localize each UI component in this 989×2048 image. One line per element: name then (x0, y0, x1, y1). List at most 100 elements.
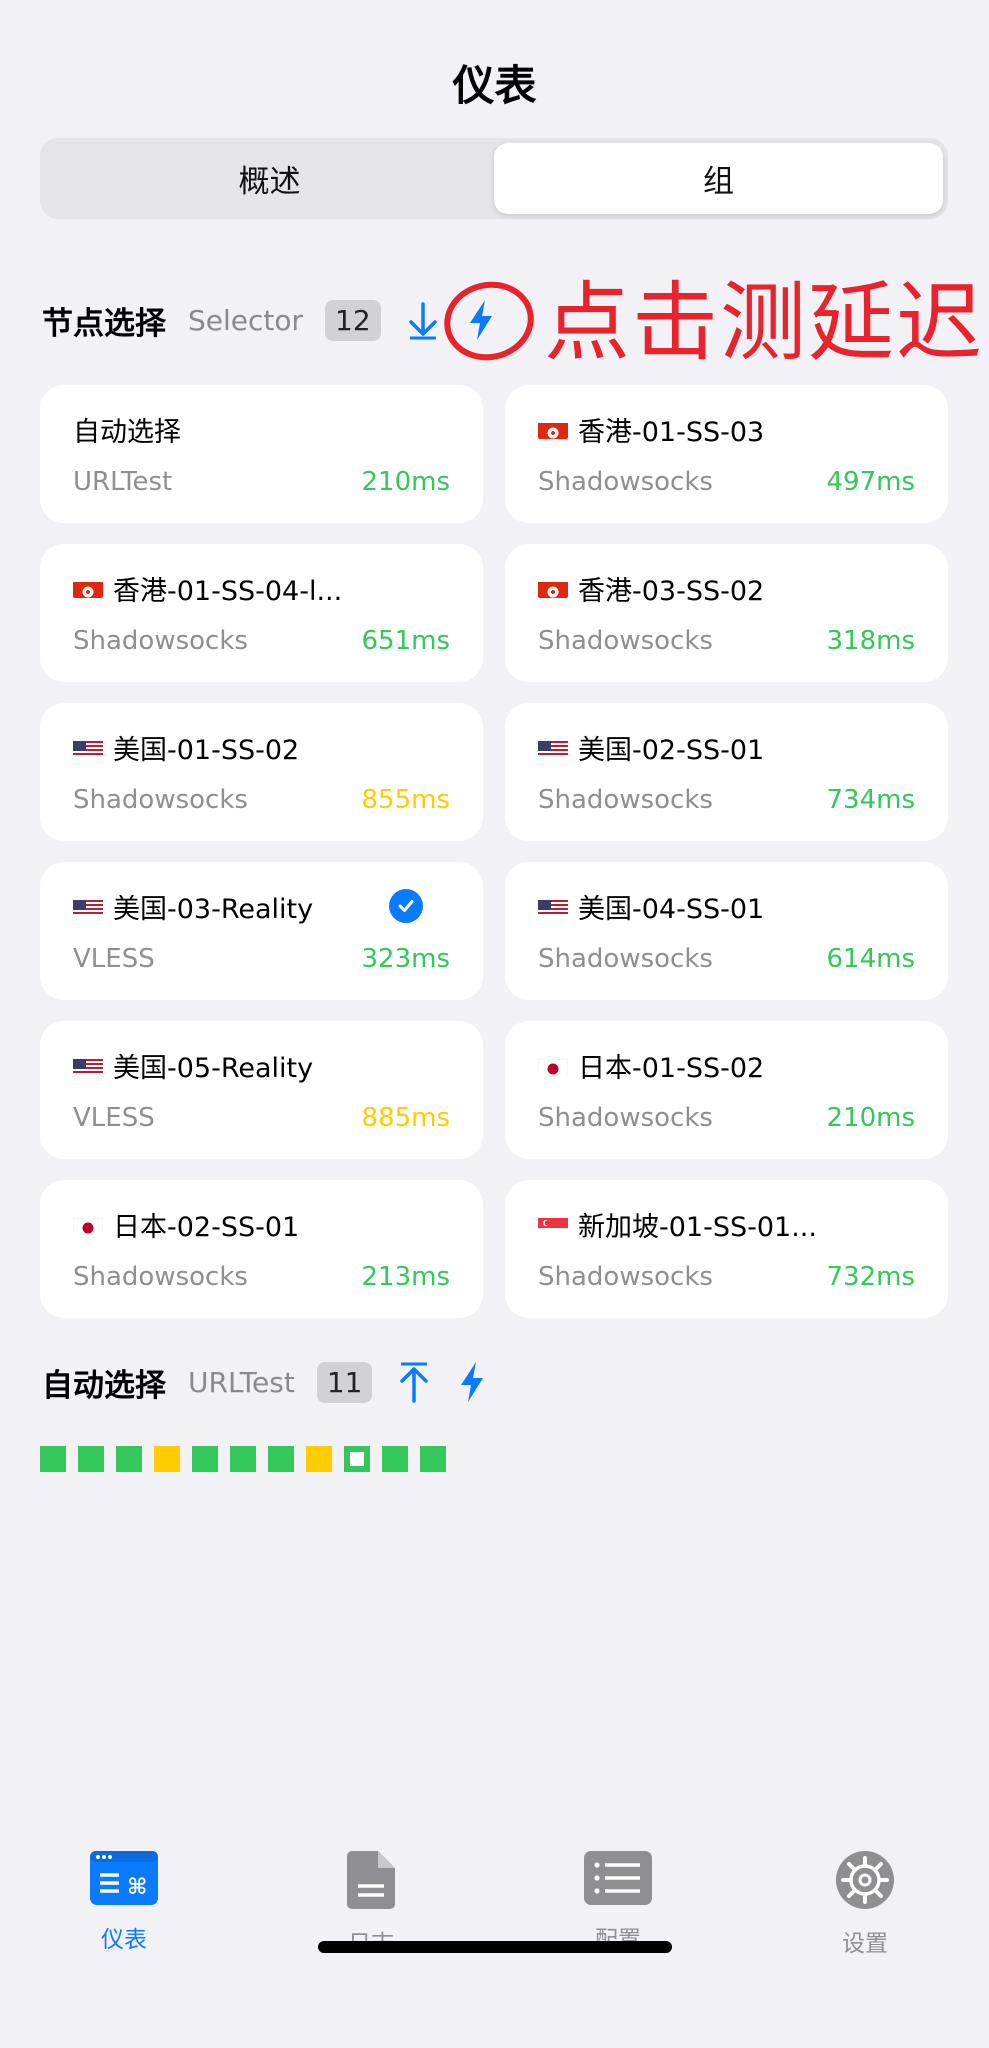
node-meta: URLTest 210ms (73, 467, 450, 497)
annotation-text: 点击测延迟 (544, 273, 984, 373)
node-meta: Shadowsocks 732ms (538, 1262, 915, 1292)
node-name-text: 日本-01-SS-02 (578, 1052, 765, 1084)
node-name: 美国-04-SS-01 (538, 888, 915, 924)
node-card[interactable]: 香港-01-SS-03 Shadowsocks 497ms (505, 385, 948, 523)
list-icon (583, 1850, 653, 1910)
node-status-bar[interactable] (40, 1446, 446, 1472)
node-latency: 651ms (361, 626, 451, 656)
node-name-text: 香港-01-SS-04-l... (113, 575, 343, 607)
node-card[interactable]: 美国-03-Reality VLESS 323ms (40, 862, 483, 1000)
node-status-square (382, 1446, 408, 1472)
node-card[interactable]: 美国-01-SS-02 Shadowsocks 855ms (40, 703, 483, 841)
flag-us-icon (73, 896, 103, 916)
node-name-text: 新加坡-01-SS-01... (578, 1211, 817, 1243)
tab-label: 设置 (842, 1931, 888, 1957)
node-name-text: 自动选择 (73, 416, 181, 448)
node-protocol: Shadowsocks (538, 785, 713, 815)
segmented-control: 概述 组 (40, 138, 948, 219)
node-protocol: VLESS (73, 1103, 155, 1133)
node-meta: Shadowsocks 213ms (73, 1262, 450, 1292)
flag-hk-icon (73, 578, 103, 598)
gear-icon (835, 1850, 895, 1914)
tab-dashboard[interactable]: ⌘ 仪表 (54, 1850, 194, 1954)
document-icon (346, 1850, 396, 1914)
node-name: 日本-02-SS-01 (73, 1206, 450, 1242)
tab-overview[interactable]: 概述 (45, 143, 494, 214)
group-title: 自动选择 (42, 1367, 166, 1404)
node-status-square (40, 1446, 66, 1472)
upload-arrow-icon[interactable] (394, 1358, 434, 1406)
flag-us-icon (73, 737, 103, 757)
node-latency: 318ms (826, 626, 916, 656)
node-card[interactable]: 美国-02-SS-01 Shadowsocks 734ms (505, 703, 948, 841)
node-status-square (306, 1446, 332, 1472)
node-name-text: 美国-03-Reality (113, 893, 314, 925)
node-card[interactable]: 美国-05-Reality VLESS 885ms (40, 1021, 483, 1159)
node-name: 自动选择 (73, 411, 450, 448)
tab-settings[interactable]: 设置 (795, 1850, 935, 1958)
tab-groups[interactable]: 组 (494, 143, 943, 214)
group-title: 节点选择 (42, 305, 166, 342)
svg-text:⌘: ⌘ (127, 1875, 147, 1900)
flag-jp-icon (73, 1214, 103, 1234)
node-protocol: Shadowsocks (73, 785, 248, 815)
node-card[interactable]: 日本-02-SS-01 Shadowsocks 213ms (40, 1180, 483, 1318)
node-name: 日本-01-SS-02 (538, 1047, 915, 1083)
node-name: 香港-01-SS-03 (538, 411, 915, 447)
node-meta: Shadowsocks 210ms (538, 1103, 915, 1133)
node-card[interactable]: 香港-01-SS-04-l... Shadowsocks 651ms (40, 544, 483, 682)
node-latency: 885ms (361, 1103, 451, 1133)
node-name-text: 美国-05-Reality (113, 1052, 314, 1084)
dashboard-icon: ⌘ (89, 1850, 159, 1910)
node-meta: Shadowsocks 734ms (538, 785, 915, 815)
node-name-text: 美国-02-SS-01 (578, 734, 765, 766)
node-meta: Shadowsocks 497ms (538, 467, 915, 497)
node-name-text: 香港-01-SS-03 (578, 416, 765, 448)
node-card[interactable]: 美国-04-SS-01 Shadowsocks 614ms (505, 862, 948, 1000)
node-grid: 自动选择 URLTest 210ms 香港-01-SS-03 Shadowsocks 49… (40, 385, 948, 1318)
group-count-badge: 11 (316, 1361, 373, 1403)
node-name-text: 美国-04-SS-01 (578, 893, 765, 925)
node-name: 美国-05-Reality (73, 1047, 450, 1083)
node-protocol: Shadowsocks (538, 626, 713, 656)
home-indicator (318, 1941, 672, 1953)
node-latency: 855ms (361, 785, 451, 815)
flag-sg-icon (538, 1214, 568, 1234)
lightning-icon[interactable] (452, 1358, 492, 1406)
node-card[interactable]: 日本-01-SS-02 Shadowsocks 210ms (505, 1021, 948, 1159)
node-latency: 614ms (826, 944, 916, 974)
node-protocol: Shadowsocks (73, 626, 248, 656)
node-protocol: Shadowsocks (538, 944, 713, 974)
node-latency: 323ms (361, 944, 451, 974)
node-status-square (344, 1446, 370, 1472)
tab-config[interactable]: 配置 (548, 1850, 688, 1954)
node-latency: 213ms (361, 1262, 451, 1292)
node-status-square (116, 1446, 142, 1472)
node-name-text: 日本-02-SS-01 (113, 1211, 300, 1243)
node-protocol: Shadowsocks (73, 1262, 248, 1292)
node-card[interactable]: 自动选择 URLTest 210ms (40, 385, 483, 523)
tab-bar: ⌘ 仪表 日志 配置 (0, 1850, 989, 1970)
download-arrow-icon[interactable] (403, 296, 443, 344)
annotation-circle (436, 273, 542, 369)
node-latency: 210ms (826, 1103, 916, 1133)
flag-us-icon (538, 896, 568, 916)
node-card[interactable]: 香港-03-SS-02 Shadowsocks 318ms (505, 544, 948, 682)
group-count-badge: 12 (325, 299, 381, 341)
node-name-text: 香港-03-SS-02 (578, 575, 765, 607)
node-protocol: Shadowsocks (538, 1103, 713, 1133)
node-latency: 732ms (826, 1262, 916, 1292)
node-status-square (154, 1446, 180, 1472)
node-status-square (78, 1446, 104, 1472)
flag-us-icon (538, 737, 568, 757)
node-protocol: Shadowsocks (538, 1262, 713, 1292)
node-name: 香港-03-SS-02 (538, 570, 915, 606)
node-card[interactable]: 新加坡-01-SS-01... Shadowsocks 732ms (505, 1180, 948, 1318)
group-header-urltest: 自动选择 URLTest 11 (42, 1352, 510, 1412)
node-protocol: URLTest (73, 467, 173, 497)
node-meta: VLESS 323ms (73, 944, 450, 974)
flag-hk-icon (538, 419, 568, 439)
node-status-square (230, 1446, 256, 1472)
node-name: 美国-01-SS-02 (73, 729, 450, 765)
node-name: 新加坡-01-SS-01... (538, 1206, 915, 1242)
